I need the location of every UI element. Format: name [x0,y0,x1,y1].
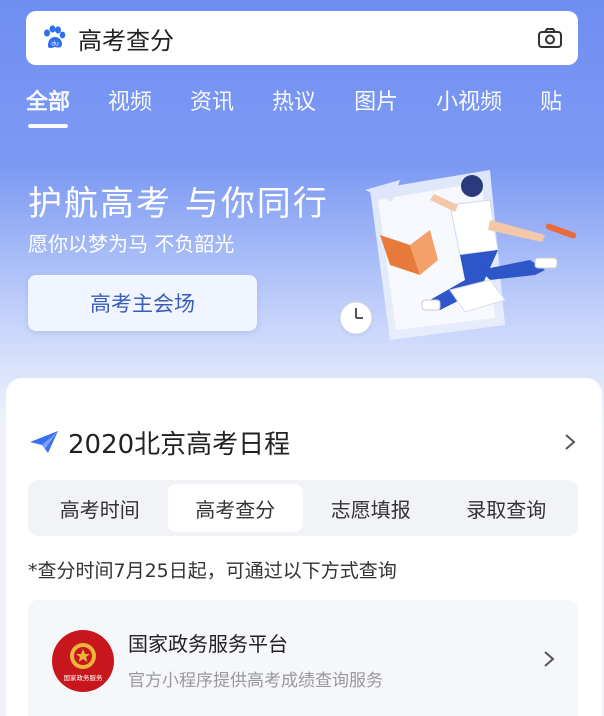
baidu-paw-icon: du [44,25,66,48]
tab-tieba[interactable]: 贴 [540,84,562,116]
chevron-right-icon[interactable] [560,432,580,452]
hero-banner: du 高考查分 全部 视频 资讯 热议 图片 小视频 贴 护航高考 与你同行 愿… [0,0,604,420]
tab-all[interactable]: 全部 [26,84,70,128]
hero-subtitle: 愿你以梦为马 不负韶光 [28,232,235,256]
search-bar[interactable]: du 高考查分 [26,11,578,65]
paper-plane-icon [30,431,58,453]
schedule-segment-tabs: 高考时间 高考查分 志愿填报 录取查询 [28,480,578,536]
tab-images[interactable]: 图片 [354,84,398,116]
service-description: 官方小程序提供高考成绩查询服务 [128,671,383,691]
tab-discussion[interactable]: 热议 [272,84,316,116]
main-venue-button[interactable]: 高考主会场 [28,275,257,331]
schedule-header[interactable]: 2020北京高考日程 [28,422,580,462]
schedule-card: 2020北京高考日程 高考时间 高考查分 志愿填报 录取查询 *查分时间7月25… [6,378,602,716]
segment-exam-time[interactable]: 高考时间 [32,484,168,532]
schedule-title: 2020北京高考日程 [68,429,291,460]
tab-video[interactable]: 视频 [108,84,152,116]
service-item[interactable]: 国家政务服务 国家政务服务平台 官方小程序提供高考成绩查询服务 [28,600,578,716]
student-running-illustration [337,170,577,340]
segment-score-check[interactable]: 高考查分 [167,484,303,532]
hero-title: 护航高考 与你同行 [28,184,329,224]
emblem-text: 国家政务服务 [64,673,104,682]
chevron-right-icon[interactable] [540,650,558,668]
score-query-note: *查分时间7月25日起，可通过以下方式查询 [28,560,397,582]
segment-application[interactable]: 志愿填报 [303,484,439,532]
tab-short-video[interactable]: 小视频 [436,84,502,116]
tab-news[interactable]: 资讯 [190,84,234,116]
segment-admission-query[interactable]: 录取查询 [439,484,575,532]
search-input[interactable]: 高考查分 [78,21,536,56]
svg-text:du: du [51,41,59,48]
camera-icon[interactable] [536,24,564,52]
search-tabs: 全部 视频 资讯 热议 图片 小视频 贴 [26,84,604,128]
service-name: 国家政务服务平台 [128,632,288,656]
national-emblem-icon: 国家政务服务 [52,630,114,692]
